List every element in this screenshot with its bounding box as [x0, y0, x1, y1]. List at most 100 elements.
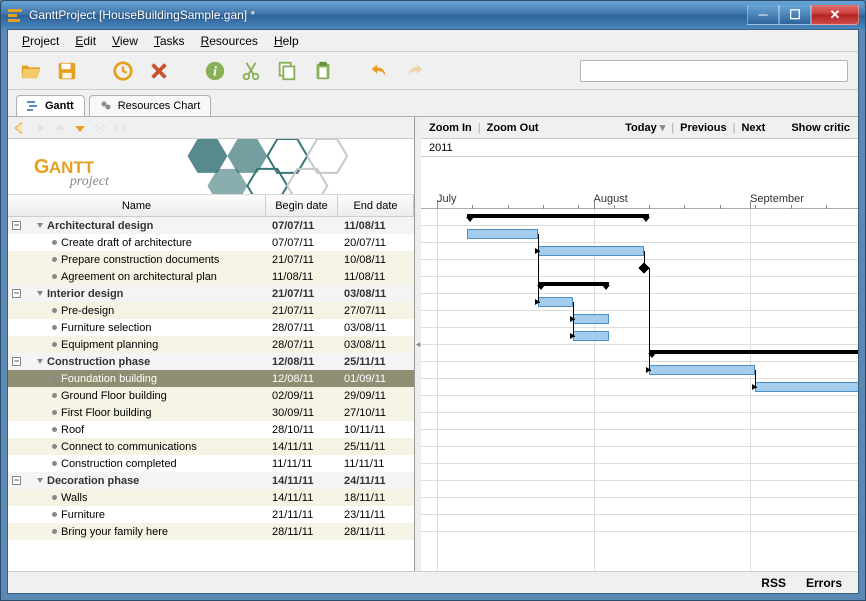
table-row[interactable]: Construction completed11/11/1111/11/11 [8, 455, 414, 472]
status-errors[interactable]: Errors [806, 576, 842, 590]
task-name: Architectural design [47, 220, 153, 232]
collapse-toggle[interactable]: − [12, 357, 21, 366]
info-button[interactable]: i [202, 58, 228, 84]
task-begin: 28/10/11 [266, 424, 338, 436]
nav-back-icon[interactable] [12, 120, 28, 136]
table-row[interactable]: Prepare construction documents21/07/1110… [8, 251, 414, 268]
unlink-icon[interactable] [112, 120, 128, 136]
task-end: 10/11/11 [338, 424, 414, 436]
summary-bar[interactable] [649, 350, 858, 354]
show-critic-button[interactable]: Show critic [791, 122, 850, 134]
gantt-chart[interactable]: JulyAugustSeptember [421, 157, 858, 571]
table-row[interactable]: Agreement on architectural plan11/08/111… [8, 268, 414, 285]
nav-up-icon[interactable] [52, 120, 68, 136]
task-begin: 14/11/11 [266, 475, 338, 487]
clock-button[interactable] [110, 58, 136, 84]
task-end: 11/08/11 [338, 220, 414, 232]
collapse-toggle[interactable]: − [12, 289, 21, 298]
nav-down-icon[interactable] [72, 120, 88, 136]
table-row[interactable]: −Architectural design07/07/1111/08/11 [8, 217, 414, 234]
menu-resources[interactable]: Resources [193, 32, 266, 50]
task-end: 11/11/11 [338, 458, 414, 470]
task-bar[interactable] [467, 229, 538, 239]
task-bar[interactable] [538, 246, 644, 256]
resources-icon [100, 100, 112, 112]
menu-view[interactable]: View [104, 32, 146, 50]
today-button[interactable]: Today [625, 121, 665, 134]
col-begin[interactable]: Begin date [266, 195, 338, 216]
task-end: 01/09/11 [338, 373, 414, 385]
table-row[interactable]: Create draft of architecture07/07/1120/0… [8, 234, 414, 251]
table-row[interactable]: −Construction phase12/08/1125/11/11 [8, 353, 414, 370]
task-begin: 21/07/11 [266, 254, 338, 266]
task-bar[interactable] [573, 314, 608, 324]
task-name: Pre-design [61, 305, 114, 317]
menu-project[interactable]: Project [14, 32, 67, 50]
task-name: Furniture selection [61, 322, 152, 334]
task-end: 23/11/11 [338, 509, 414, 521]
task-name: Create draft of architecture [61, 237, 192, 249]
svg-text:i: i [213, 63, 217, 78]
zoom-out-button[interactable]: Zoom Out [487, 122, 539, 134]
menu-help[interactable]: Help [266, 32, 307, 50]
task-bar[interactable] [755, 382, 858, 392]
col-name[interactable]: Name [8, 195, 266, 216]
collapse-toggle[interactable]: − [12, 476, 21, 485]
task-begin: 14/11/11 [266, 441, 338, 453]
tab-resources[interactable]: Resources Chart [89, 95, 212, 116]
tab-resources-label: Resources Chart [118, 100, 201, 112]
task-tree[interactable]: −Architectural design07/07/1111/08/11Cre… [8, 217, 414, 571]
search-input[interactable] [580, 60, 848, 82]
next-button[interactable]: Next [741, 122, 765, 134]
table-row[interactable]: Furniture selection28/07/1103/08/11 [8, 319, 414, 336]
task-bar[interactable] [649, 365, 755, 375]
link-icon[interactable] [92, 120, 108, 136]
task-end: 25/11/11 [338, 441, 414, 453]
zoom-in-button[interactable]: Zoom In [429, 122, 472, 134]
open-button[interactable] [18, 58, 44, 84]
task-end: 28/11/11 [338, 526, 414, 538]
titlebar[interactable]: GanttProject [HouseBuildingSample.gan] *… [1, 1, 865, 29]
table-row[interactable]: Furniture21/11/1123/11/11 [8, 506, 414, 523]
task-name: Walls [61, 492, 87, 504]
undo-button[interactable] [366, 58, 392, 84]
summary-bar[interactable] [538, 282, 609, 286]
table-row[interactable]: Roof 28/10/1110/11/11 [8, 421, 414, 438]
minimize-button[interactable]: ─ [747, 5, 779, 25]
status-rss[interactable]: RSS [761, 576, 786, 590]
col-end[interactable]: End date [338, 195, 414, 216]
tab-gantt[interactable]: Gantt [16, 95, 85, 116]
menu-tasks[interactable]: Tasks [146, 32, 193, 50]
svg-text:project: project [69, 174, 110, 189]
month-label: July [437, 193, 457, 205]
close-button[interactable]: ✕ [811, 5, 859, 25]
statusbar: RSS Errors [8, 571, 858, 593]
save-button[interactable] [54, 58, 80, 84]
redo-button[interactable] [402, 58, 428, 84]
view-tabs: Gantt Resources Chart [8, 90, 858, 116]
paste-button[interactable] [310, 58, 336, 84]
table-row[interactable]: −Interior design21/07/1103/08/11 [8, 285, 414, 302]
maximize-button[interactable]: ☐ [779, 5, 811, 25]
task-name: Roof [61, 424, 84, 436]
summary-bar[interactable] [467, 214, 649, 218]
task-bar[interactable] [573, 331, 608, 341]
table-row[interactable]: −Decoration phase14/11/1124/11/11 [8, 472, 414, 489]
task-bar[interactable] [538, 297, 573, 307]
previous-button[interactable]: Previous [680, 122, 726, 134]
table-row[interactable]: First Floor building30/09/1127/10/11 [8, 404, 414, 421]
cut-button[interactable] [238, 58, 264, 84]
table-row[interactable]: Walls14/11/1118/11/11 [8, 489, 414, 506]
table-row[interactable]: Connect to communications14/11/1125/11/1… [8, 438, 414, 455]
copy-button[interactable] [274, 58, 300, 84]
delete-button[interactable] [146, 58, 172, 84]
table-row[interactable]: Pre-design21/07/1127/07/11 [8, 302, 414, 319]
table-row[interactable]: Ground Floor building02/09/1129/09/11 [8, 387, 414, 404]
table-row[interactable]: Bring your family here28/11/1128/11/11 [8, 523, 414, 540]
collapse-toggle[interactable]: − [12, 221, 21, 230]
table-row[interactable]: Equipment planning28/07/1103/08/11 [8, 336, 414, 353]
nav-fwd-icon[interactable] [32, 120, 48, 136]
task-name: Construction phase [47, 356, 150, 368]
menu-edit[interactable]: Edit [67, 32, 104, 50]
table-row[interactable]: Foundation building12/08/1101/09/11 [8, 370, 414, 387]
